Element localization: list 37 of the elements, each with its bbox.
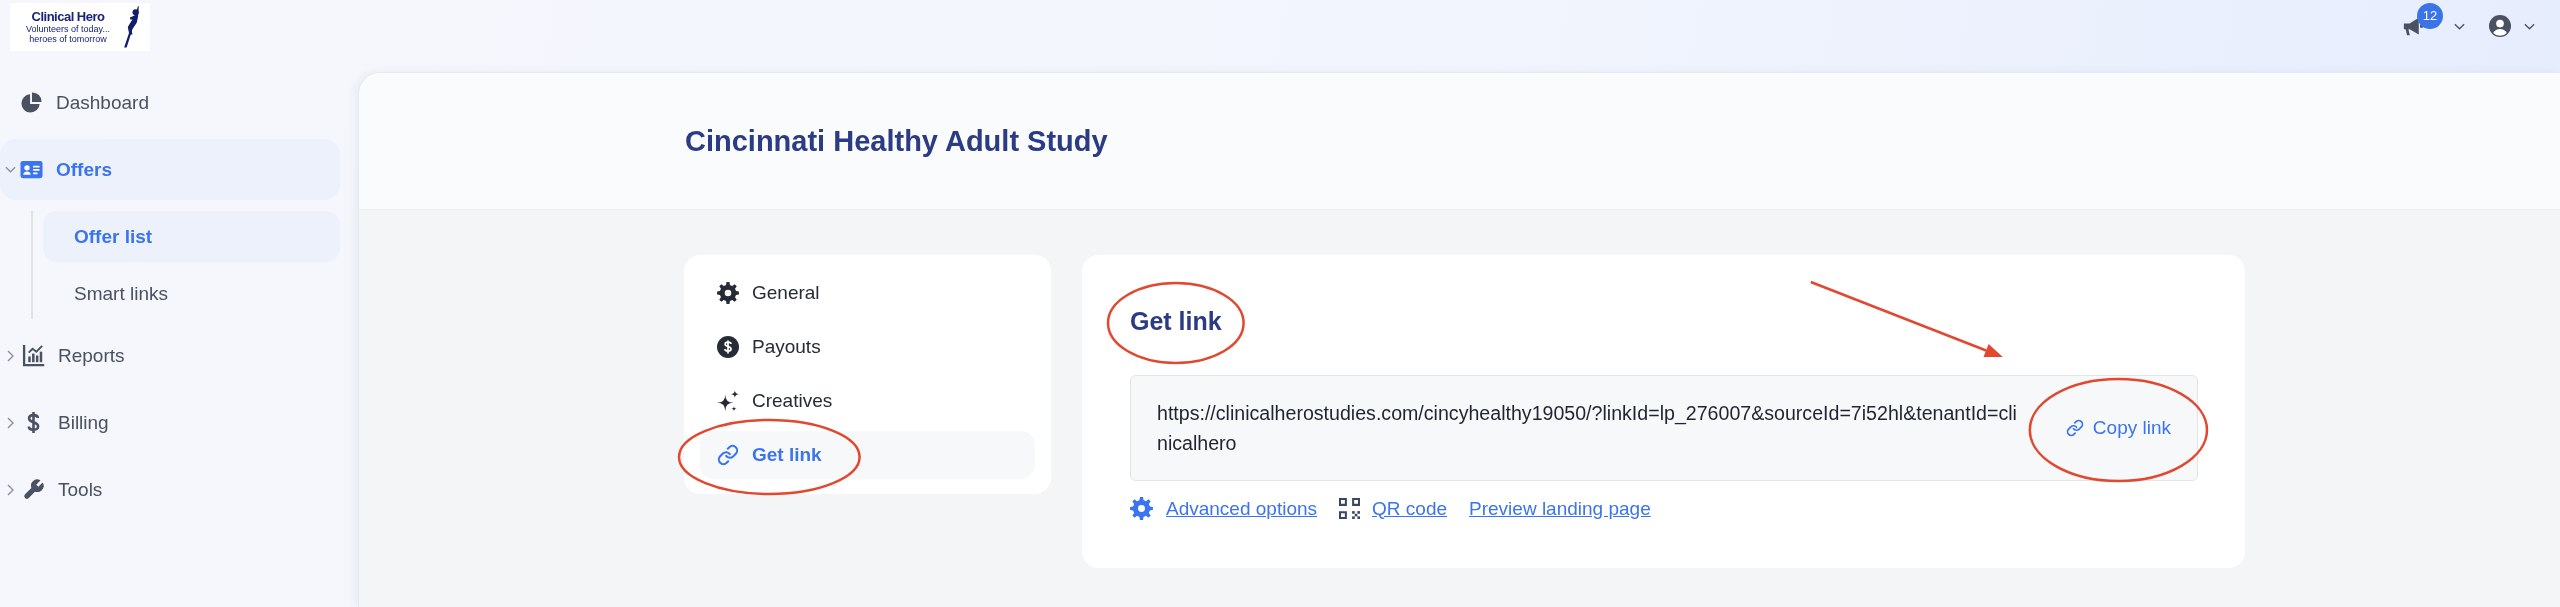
wrench-icon [22, 478, 45, 501]
link-icon [2065, 419, 2084, 437]
chevron-down-icon[interactable] [2454, 22, 2465, 30]
id-card-icon [20, 158, 43, 181]
dollar-circle-icon [717, 336, 739, 358]
user-avatar-icon[interactable] [2489, 15, 2511, 37]
copy-link-button[interactable]: Copy link [2051, 411, 2197, 445]
settings-menu-item[interactable]: Creatives [700, 377, 1035, 425]
logo-tagline: Volunteers of today... [26, 24, 110, 34]
sidebar-item[interactable]: Reports [0, 325, 340, 386]
sidebar-item[interactable]: Offers [0, 139, 340, 200]
url-text: https://clinicalherostudies.com/cincyhealthy19050/?linkId=lp_276007&sourceId=7i52hl&tenantId=clinicalhero [1157, 401, 2018, 456]
pie-chart-icon [20, 91, 43, 114]
advanced-options-link[interactable]: Advanced options [1166, 497, 1318, 520]
logo-tagline: heroes of tomorrow [29, 34, 107, 44]
flying-figure-icon [123, 6, 141, 48]
sidebar-subitem[interactable]: Smart links [43, 268, 340, 319]
link-icon [717, 444, 739, 466]
sidebar-item[interactable]: Dashboard [0, 72, 340, 133]
chevron-down-icon[interactable] [2524, 22, 2535, 30]
qr-code-link[interactable]: QR code [1372, 497, 1448, 520]
gear-icon [1130, 497, 1153, 520]
preview-page-link[interactable]: Preview landing page [1469, 497, 1651, 520]
settings-menu-item[interactable]: Get link [700, 431, 1035, 479]
bar-chart-icon [22, 344, 45, 367]
sparkle-icon [717, 390, 739, 412]
sidebar-subitem[interactable]: Offer list [43, 211, 340, 262]
notification-badge: 12 [2417, 2, 2443, 29]
gear-icon [717, 282, 739, 304]
settings-menu-item[interactable]: General [700, 269, 1035, 317]
page-title: Cincinnati Healthy Adult Study [685, 124, 1108, 158]
sidebar-item[interactable]: Tools [0, 459, 340, 520]
logo-title: Clinical Hero [31, 10, 105, 24]
qr-code-icon [1339, 498, 1361, 519]
settings-menu-item[interactable]: Payouts [700, 323, 1035, 371]
sidebar-item[interactable]: Billing [0, 392, 340, 453]
section-title: Get link [1130, 306, 1222, 337]
